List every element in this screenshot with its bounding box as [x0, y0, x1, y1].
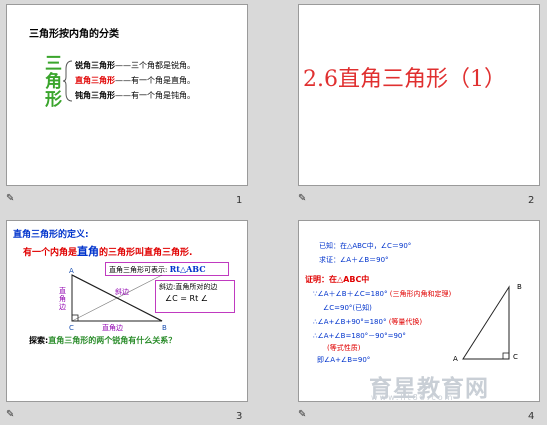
slide-3[interactable]: 直角三角形的定义: 有一个内角是直角的三角形叫直角三角形. 直角三角形可表示: … — [6, 220, 248, 402]
note-icon[interactable]: ✎ — [298, 193, 306, 204]
point-a: A — [453, 355, 458, 363]
proof-line: ∴∠A+∠B+90°=180° (等量代换) — [313, 318, 423, 326]
watermark-url: www.ht88.com — [371, 393, 455, 402]
point-b: B — [162, 324, 167, 332]
proof-line: 即∠A+∠B=90° — [317, 356, 371, 364]
slide-2[interactable]: 2.6直角三角形（1） — [298, 4, 540, 186]
proof-line: (等式性质) — [327, 344, 361, 352]
slide-2-title: 2.6直角三角形（1） — [303, 67, 506, 92]
slide-1[interactable]: 三角形按内角的分类 三 角 形 锐角三角形——三个角都是锐角。 直角三角形——有… — [6, 4, 248, 186]
note-icon[interactable]: ✎ — [298, 409, 306, 420]
big-char: 角 — [45, 72, 62, 92]
point-a: A — [69, 267, 74, 275]
question: 探索:直角三角形的两个锐角有什么关系？ — [29, 336, 177, 345]
point-c: C — [513, 353, 518, 361]
note-icon[interactable]: ✎ — [6, 193, 14, 204]
slide-number: 2 — [528, 195, 535, 206]
prove-line: 求证：∠A＋∠B＝90° — [319, 256, 389, 264]
list-item: 锐角三角形——三个角都是锐角。 — [75, 61, 195, 70]
label-leg-vertical: 直角边 — [59, 287, 66, 311]
proof-triangle — [462, 285, 510, 360]
slide-number: 4 — [528, 411, 535, 422]
point-c: C — [69, 324, 74, 332]
list-item: 直角三角形——有一个角是直角。 — [75, 76, 195, 85]
big-char: 形 — [45, 90, 62, 110]
note-icon[interactable]: ✎ — [6, 409, 14, 420]
given-line: 已知：在△ABC中，∠C＝90° — [319, 242, 412, 250]
brace-icon — [62, 60, 73, 102]
proof-line: ∴∠A+∠B=180°－90°=90° — [313, 332, 406, 340]
slide-4[interactable]: 已知：在△ABC中，∠C＝90° 求证：∠A＋∠B＝90° 证明：在△ABC中 … — [298, 220, 540, 402]
point-b: B — [517, 283, 522, 291]
definition: 有一个内角是直角的三角形叫直角三角形. — [23, 245, 193, 258]
slide-1-title: 三角形按内角的分类 — [29, 29, 119, 40]
triangle-diagram — [71, 274, 163, 322]
proof-line: ∵∠A＋∠B＋∠C=180° (三角形内角和定理) — [313, 290, 452, 298]
proof-line: ∠C=90°(已知) — [323, 304, 372, 312]
label-leg-horizontal: 直角边 — [102, 324, 123, 332]
slide-1-big-label: 三 角 形 — [45, 55, 63, 109]
list-item: 钝角三角形——有一个角是钝角。 — [75, 91, 195, 100]
slide-3-heading: 直角三角形的定义: — [13, 230, 89, 240]
slide-number: 1 — [236, 195, 243, 206]
label-hypotenuse: 斜边 — [115, 288, 129, 296]
slide-number: 3 — [236, 411, 243, 422]
big-char: 三 — [45, 54, 62, 74]
proof-title: 证明：在△ABC中 — [305, 275, 370, 284]
